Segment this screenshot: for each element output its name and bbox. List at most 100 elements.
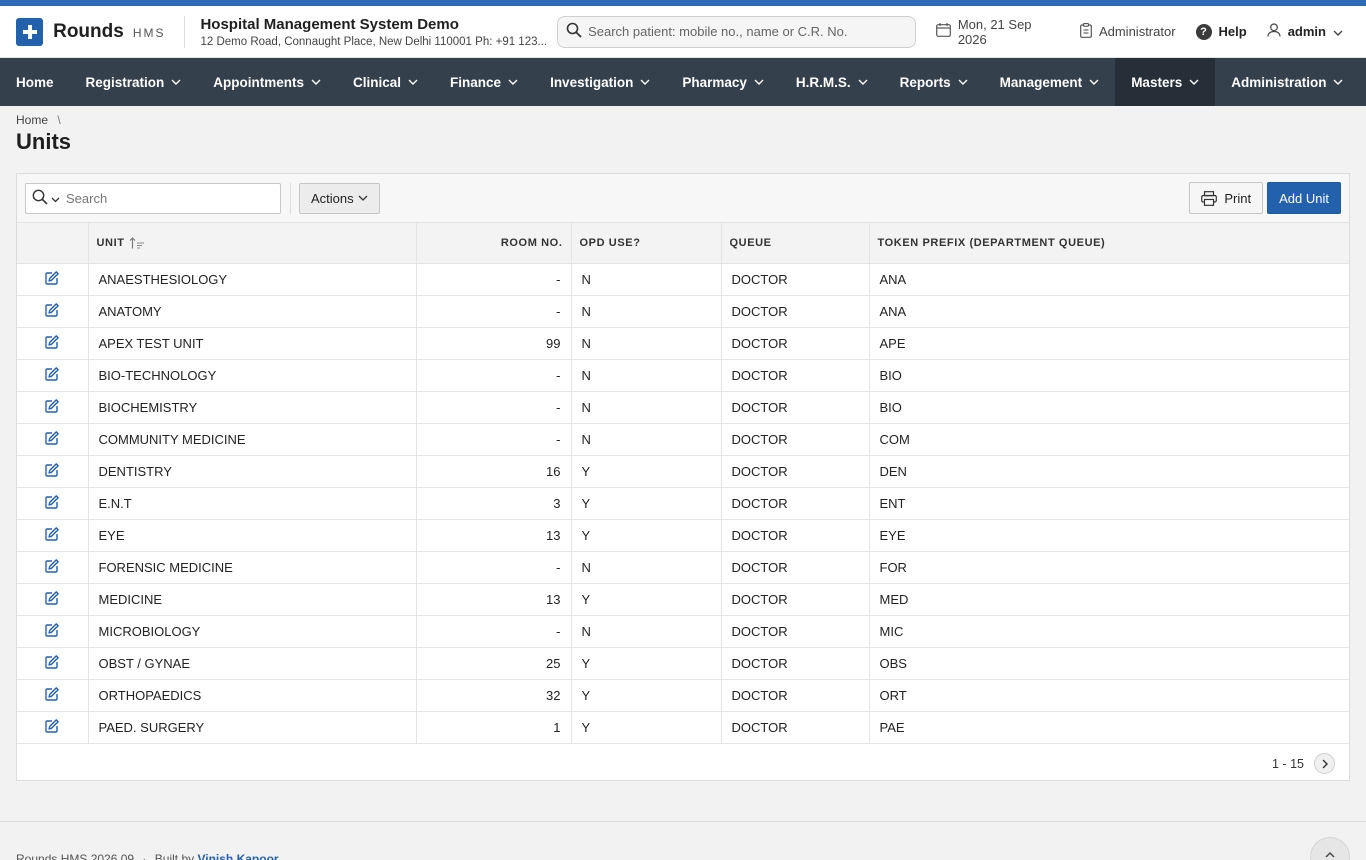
token-prefix-cell: DEN bbox=[869, 455, 1349, 488]
column-header-queue[interactable]: QUEUE bbox=[721, 223, 870, 264]
nav-clinical[interactable]: Clinical bbox=[337, 58, 434, 106]
edit-row-link[interactable] bbox=[17, 647, 89, 680]
patient-search-box[interactable] bbox=[557, 15, 916, 48]
nav-management[interactable]: Management bbox=[984, 58, 1116, 106]
token-prefix-cell: BIO bbox=[869, 391, 1349, 424]
edit-row-link[interactable] bbox=[17, 615, 89, 648]
print-label: Print bbox=[1224, 190, 1252, 206]
opd-cell: N bbox=[571, 359, 722, 392]
user-menu[interactable]: admin bbox=[1267, 23, 1350, 40]
queue-cell: DOCTOR bbox=[721, 487, 870, 520]
edit-row-link[interactable] bbox=[17, 487, 89, 520]
nav-investigation[interactable]: Investigation bbox=[534, 58, 666, 106]
nav-hrms[interactable]: H.R.M.S. bbox=[780, 58, 884, 106]
edit-icon[interactable] bbox=[45, 334, 60, 349]
search-icon[interactable] bbox=[32, 189, 48, 208]
queue-cell: DOCTOR bbox=[721, 711, 870, 744]
report-search-box[interactable] bbox=[25, 182, 281, 214]
opd-cell: Y bbox=[571, 487, 722, 520]
queue-cell: DOCTOR bbox=[721, 359, 870, 392]
edit-row-link[interactable] bbox=[17, 551, 89, 584]
chevron-down-icon bbox=[1333, 24, 1350, 39]
chevron-down-icon[interactable] bbox=[51, 191, 60, 206]
logo-icon[interactable] bbox=[16, 17, 44, 46]
queue-cell: DOCTOR bbox=[721, 647, 870, 680]
report-search-input[interactable] bbox=[66, 190, 274, 206]
edit-icon[interactable] bbox=[45, 430, 60, 445]
nav-label: Registration bbox=[85, 74, 165, 90]
table-row: EYE 13 Y DOCTOR EYE bbox=[17, 519, 1349, 552]
opd-cell: N bbox=[571, 391, 722, 424]
sort-ascending-icon[interactable] bbox=[129, 237, 145, 249]
actions-menu-button[interactable]: Actions bbox=[299, 182, 380, 214]
edit-icon[interactable] bbox=[45, 590, 60, 605]
edit-icon[interactable] bbox=[45, 398, 60, 413]
nav-pharmacy[interactable]: Pharmacy bbox=[666, 58, 780, 106]
edit-row-link[interactable] bbox=[17, 263, 89, 296]
breadcrumb-home[interactable]: Home bbox=[16, 113, 48, 127]
table-row: MICROBIOLOGY - N DOCTOR MIC bbox=[17, 615, 1349, 648]
edit-icon[interactable] bbox=[45, 462, 60, 477]
room-cell: - bbox=[416, 551, 572, 584]
user-icon bbox=[1267, 23, 1288, 40]
unit-cell: ORTHOPAEDICS bbox=[88, 679, 417, 712]
queue-cell: DOCTOR bbox=[721, 327, 870, 360]
edit-icon[interactable] bbox=[45, 558, 60, 573]
nav-registration[interactable]: Registration bbox=[70, 58, 198, 106]
edit-icon[interactable] bbox=[45, 366, 60, 381]
nav-home[interactable]: Home bbox=[0, 58, 70, 106]
edit-icon[interactable] bbox=[45, 526, 60, 541]
edit-row-link[interactable] bbox=[17, 295, 89, 328]
edit-row-link[interactable] bbox=[17, 359, 89, 392]
opd-cell: N bbox=[571, 327, 722, 360]
column-header-token-prefix[interactable]: TOKEN PREFIX (DEPARTMENT QUEUE) bbox=[869, 223, 1349, 264]
opd-cell: N bbox=[571, 551, 722, 584]
edit-icon[interactable] bbox=[45, 494, 60, 509]
queue-cell: DOCTOR bbox=[721, 583, 870, 616]
edit-icon[interactable] bbox=[45, 718, 60, 733]
edit-row-link[interactable] bbox=[17, 423, 89, 456]
opd-cell: N bbox=[571, 295, 722, 328]
nav-finance[interactable]: Finance bbox=[434, 58, 534, 106]
edit-icon[interactable] bbox=[45, 686, 60, 701]
author-link[interactable]: Vinish Kapoor bbox=[197, 852, 278, 860]
table-row: ORTHOPAEDICS 32 Y DOCTOR ORT bbox=[17, 679, 1349, 712]
role-display[interactable]: Administrator bbox=[1080, 22, 1176, 41]
clipboard-icon bbox=[1080, 22, 1099, 41]
app-version: Rounds HMS 2026.09 bbox=[16, 852, 135, 860]
edit-row-link[interactable] bbox=[17, 519, 89, 552]
footer-separator: · bbox=[142, 852, 147, 860]
column-header-unit[interactable]: UNIT bbox=[88, 223, 417, 264]
edit-row-link[interactable] bbox=[17, 391, 89, 424]
nav-administration[interactable]: Administration bbox=[1215, 58, 1359, 106]
printer-icon bbox=[1201, 190, 1218, 206]
column-header-opd[interactable]: OPD USE? bbox=[571, 223, 722, 264]
queue-cell: DOCTOR bbox=[721, 391, 870, 424]
org-name: Hospital Management System Demo bbox=[200, 15, 459, 33]
edit-icon[interactable] bbox=[45, 270, 60, 285]
edit-row-link[interactable] bbox=[17, 327, 89, 360]
question-icon: ? bbox=[1195, 23, 1212, 40]
edit-icon[interactable] bbox=[45, 654, 60, 669]
edit-row-link[interactable] bbox=[17, 711, 89, 744]
token-prefix-cell: BIO bbox=[869, 359, 1349, 392]
edit-row-link[interactable] bbox=[17, 583, 89, 616]
column-header-room[interactable]: ROOM NO. bbox=[416, 223, 572, 264]
nav-masters[interactable]: Masters bbox=[1115, 58, 1216, 106]
add-unit-button[interactable]: Add Unit bbox=[1267, 182, 1341, 214]
edit-icon[interactable] bbox=[45, 622, 60, 637]
next-page-button[interactable] bbox=[1314, 753, 1335, 774]
brand-name[interactable]: Rounds bbox=[53, 21, 124, 43]
edit-row-link[interactable] bbox=[17, 455, 89, 488]
token-prefix-cell: OBS bbox=[869, 647, 1349, 680]
queue-cell: DOCTOR bbox=[721, 263, 870, 296]
nav-appointments[interactable]: Appointments bbox=[197, 58, 337, 106]
nav-reports[interactable]: Reports bbox=[884, 58, 984, 106]
room-cell: 13 bbox=[416, 583, 572, 616]
unit-cell: BIO-TECHNOLOGY bbox=[88, 359, 417, 392]
patient-search-input[interactable] bbox=[588, 24, 907, 39]
print-button[interactable]: Print bbox=[1189, 182, 1264, 214]
edit-row-link[interactable] bbox=[17, 679, 89, 712]
edit-icon[interactable] bbox=[45, 302, 60, 317]
help-link[interactable]: ? Help bbox=[1195, 23, 1247, 40]
